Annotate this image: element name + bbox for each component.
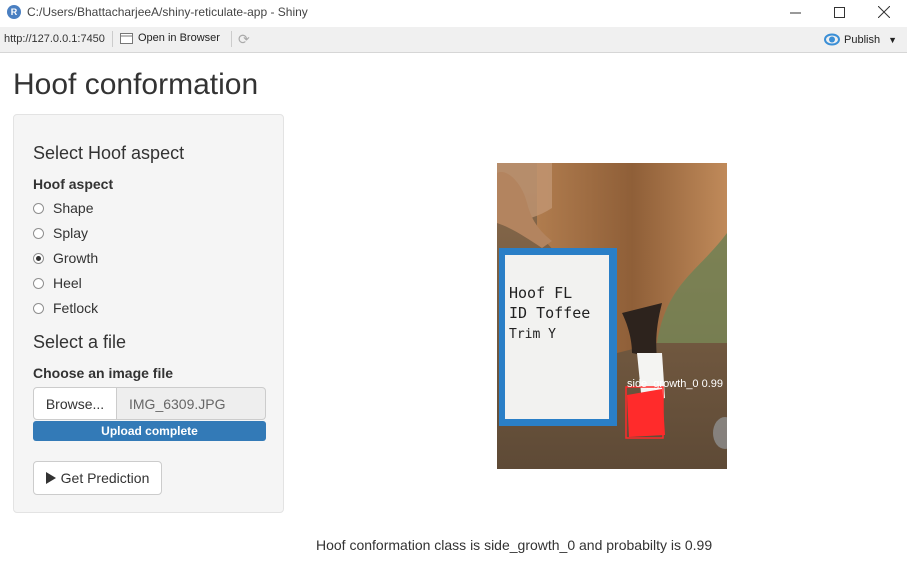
- hoof-photo-illustration: Hoof FL ID Toffee Trim Y side_growth_0 0…: [497, 163, 727, 469]
- close-icon: [878, 6, 890, 18]
- sidebar-panel: Select Hoof aspect Hoof aspect Shape Spl…: [13, 114, 284, 513]
- aspect-heading: Select Hoof aspect: [33, 143, 185, 163]
- radio-button[interactable]: [33, 302, 44, 314]
- hoof-detection-mask: [627, 389, 665, 437]
- minimize-icon: [789, 12, 801, 13]
- radio-option-heel[interactable]: Heel: [33, 275, 82, 291]
- url-display: http://127.0.0.1:7450: [4, 33, 105, 45]
- radio-option-splay[interactable]: Splay: [33, 225, 88, 241]
- prediction-result: Hoof conformation class is side_growth_0…: [316, 537, 713, 553]
- maximize-button[interactable]: [824, 2, 854, 22]
- toolbar-divider: [112, 31, 113, 47]
- upload-progress-bar: Upload complete: [33, 421, 266, 441]
- get-prediction-button[interactable]: Get Prediction: [33, 461, 162, 495]
- aspect-label: Hoof aspect: [33, 176, 114, 192]
- file-label: Choose an image file: [33, 365, 174, 381]
- radio-label: Growth: [53, 250, 99, 266]
- radio-label: Splay: [53, 225, 89, 241]
- open-in-browser-label: Open in Browser: [138, 32, 220, 44]
- r-app-icon: R: [7, 5, 21, 19]
- file-input-group: Browse... IMG_6309.JPG: [33, 387, 266, 420]
- radio-label: Heel: [53, 275, 82, 291]
- minimize-button[interactable]: [780, 2, 810, 22]
- browse-button[interactable]: Browse...: [33, 387, 117, 420]
- viewer-toolbar: http://127.0.0.1:7450 Open in Browser ⟳ …: [0, 27, 907, 53]
- board-line-trim: Trim Y: [509, 327, 556, 342]
- radio-button[interactable]: [33, 202, 44, 214]
- radio-button[interactable]: [33, 227, 44, 239]
- page-title: Hoof conformation: [13, 68, 259, 101]
- radio-label: Fetlock: [53, 300, 99, 316]
- radio-button-selected[interactable]: [33, 252, 44, 264]
- radio-option-growth[interactable]: Growth: [33, 250, 98, 266]
- window-title: C:/Users/BhattacharjeeA/shiny-reticulate…: [27, 5, 308, 19]
- detection-label: side_growth_0 0.99: [627, 378, 723, 390]
- board-line-hoof: Hoof FL: [509, 284, 572, 302]
- file-name-field[interactable]: IMG_6309.JPG: [117, 387, 266, 420]
- radio-option-shape[interactable]: Shape: [33, 200, 93, 216]
- refresh-icon[interactable]: ⟳: [238, 31, 250, 48]
- publish-icon: [824, 33, 840, 46]
- file-heading: Select a file: [33, 332, 127, 352]
- publish-label: Publish: [844, 33, 881, 46]
- browser-window-icon: [120, 32, 133, 44]
- radio-button[interactable]: [33, 277, 44, 289]
- radio-option-fetlock[interactable]: Fetlock: [33, 300, 98, 316]
- board-line-id: ID Toffee: [509, 304, 590, 322]
- hoof-photo: Hoof FL ID Toffee Trim Y side_growth_0 0…: [497, 163, 727, 469]
- publish-button[interactable]: Publish ▼: [824, 33, 897, 46]
- window-titlebar: R C:/Users/BhattacharjeeA/shiny-reticula…: [0, 0, 907, 27]
- radio-label: Shape: [53, 200, 94, 216]
- maximize-icon: [833, 6, 845, 18]
- play-icon: [45, 472, 56, 484]
- toolbar-divider: [231, 31, 232, 47]
- chevron-down-icon[interactable]: ▼: [888, 35, 897, 45]
- close-button[interactable]: [869, 2, 899, 22]
- get-prediction-label: Get Prediction: [60, 470, 150, 486]
- open-in-browser-button[interactable]: Open in Browser: [120, 32, 220, 44]
